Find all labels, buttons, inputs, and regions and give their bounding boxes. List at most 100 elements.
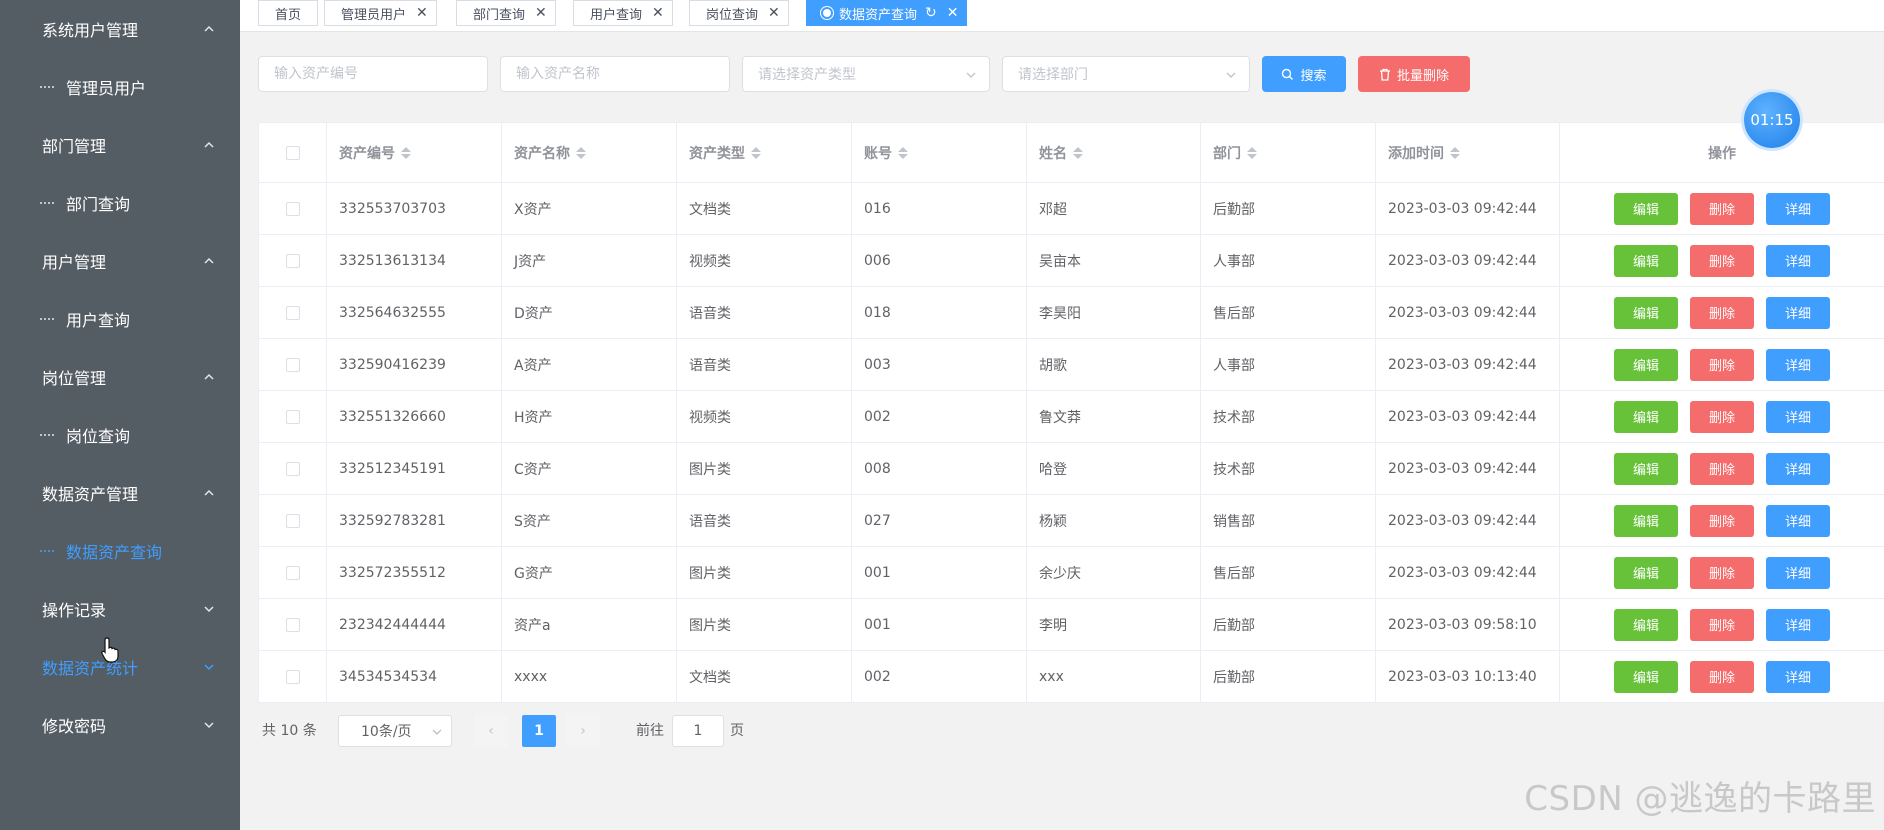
close-icon[interactable]: ✕ [768,5,780,21]
tab-3[interactable]: 用户查询 ✕ [573,0,673,26]
row-checkbox[interactable] [285,305,300,320]
delete-button[interactable]: 删除 [1690,192,1754,225]
detail-button[interactable]: 详细 [1766,556,1830,589]
detail-button[interactable]: 详细 [1766,452,1830,485]
refresh-icon[interactable]: ↻ [925,5,937,21]
sort-icon[interactable] [576,146,586,159]
edit-button[interactable]: 编辑 [1614,244,1678,277]
sort-icon[interactable] [1450,146,1460,159]
tab-2[interactable]: 部门查询 ✕ [456,0,556,26]
row-checkbox[interactable] [285,669,300,684]
delete-button[interactable]: 删除 [1690,504,1754,537]
sidebar-item-3-0[interactable]: 岗位查询 [0,406,240,464]
asset-no-input[interactable] [258,56,488,92]
select-all-checkbox[interactable] [285,145,300,160]
close-icon[interactable]: ✕ [947,5,959,21]
cell-dept: 技术部 [1201,391,1376,442]
detail-button[interactable]: 详细 [1766,192,1830,225]
column-header[interactable]: 部门 [1201,123,1376,182]
close-icon[interactable]: ✕ [535,5,547,21]
delete-button[interactable]: 删除 [1690,348,1754,381]
tab-4[interactable]: 岗位查询 ✕ [689,0,789,26]
asset-no-field[interactable] [274,66,472,82]
delete-button[interactable]: 删除 [1690,452,1754,485]
cell-added: 2023-03-03 09:58:10 [1376,599,1560,650]
asset-name-field[interactable] [516,66,714,82]
sort-icon[interactable] [1073,146,1083,159]
column-header[interactable]: 添加时间 [1376,123,1560,182]
delete-button[interactable]: 删除 [1690,660,1754,693]
sort-icon[interactable] [898,146,908,159]
sort-icon[interactable] [751,146,761,159]
edit-button[interactable]: 编辑 [1614,296,1678,329]
cell-account: 016 [852,183,1027,234]
edit-button[interactable]: 编辑 [1614,452,1678,485]
sidebar-group-1[interactable]: 部门管理 [0,116,240,174]
sidebar-item-label: 岗位查询 [66,427,131,446]
detail-button[interactable]: 详细 [1766,296,1830,329]
detail-button[interactable]: 详细 [1766,608,1830,641]
row-checkbox[interactable] [285,253,300,268]
page-size-select[interactable]: 10条/页 [338,715,452,747]
row-checkbox[interactable] [285,357,300,372]
row-checkbox[interactable] [285,201,300,216]
column-header[interactable]: 资产名称 [502,123,677,182]
edit-button[interactable]: 编辑 [1614,348,1678,381]
sort-icon[interactable] [1247,146,1257,159]
sidebar-item-2-0[interactable]: 用户查询 [0,290,240,348]
tab-0[interactable]: 首页 [258,0,319,26]
asset-name-input[interactable] [500,56,730,92]
sidebar-item-4-0[interactable]: 数据资产查询 [0,522,240,580]
sidebar-item-0-0[interactable]: 管理员用户 [0,58,240,116]
column-header[interactable]: 姓名 [1027,123,1201,182]
sidebar-group-2[interactable]: 用户管理 [0,232,240,290]
row-checkbox[interactable] [285,461,300,476]
batch-delete-button[interactable]: 批量删除 [1358,56,1470,92]
search-button[interactable]: 搜索 [1262,56,1346,92]
sidebar-group-7[interactable]: 修改密码 [0,696,240,754]
asset-type-select[interactable]: 请选择资产类型 [742,56,990,92]
cell-asset_no: 232342444444 [327,599,502,650]
detail-button[interactable]: 详细 [1766,244,1830,277]
edit-button[interactable]: 编辑 [1614,400,1678,433]
column-header[interactable]: 资产类型 [677,123,852,182]
sort-icon[interactable] [401,146,411,159]
delete-button[interactable]: 删除 [1690,400,1754,433]
tab-5[interactable]: 数据资产查询 ↻ ✕ [806,0,968,26]
column-header[interactable]: 资产编号 [327,123,502,182]
edit-button[interactable]: 编辑 [1614,660,1678,693]
detail-button[interactable]: 详细 [1766,400,1830,433]
detail-button[interactable]: 详细 [1766,660,1830,693]
prev-page-button[interactable]: ‹ [474,715,508,747]
cell-asset_no: 332553703703 [327,183,502,234]
column-header[interactable]: 账号 [852,123,1027,182]
cell-dept: 售后部 [1201,287,1376,338]
row-checkbox[interactable] [285,409,300,424]
delete-button[interactable]: 删除 [1690,556,1754,589]
delete-button[interactable]: 删除 [1690,296,1754,329]
detail-button[interactable]: 详细 [1766,504,1830,537]
detail-button[interactable]: 详细 [1766,348,1830,381]
row-checkbox[interactable] [285,565,300,580]
close-icon[interactable]: ✕ [416,5,428,21]
sidebar-group-5[interactable]: 操作记录 [0,580,240,638]
goto-page-input[interactable]: 1 [672,715,724,747]
delete-button[interactable]: 删除 [1690,608,1754,641]
row-check-cell [259,547,327,598]
next-page-button[interactable]: › [566,715,600,747]
edit-button[interactable]: 编辑 [1614,504,1678,537]
close-icon[interactable]: ✕ [652,5,664,21]
row-checkbox[interactable] [285,617,300,632]
sidebar-group-0[interactable]: 系统用户管理 [0,0,240,58]
sidebar-group-4[interactable]: 数据资产管理 [0,464,240,522]
edit-button[interactable]: 编辑 [1614,556,1678,589]
row-checkbox[interactable] [285,513,300,528]
edit-button[interactable]: 编辑 [1614,608,1678,641]
dept-select[interactable]: 请选择部门 [1002,56,1250,92]
delete-button[interactable]: 删除 [1690,244,1754,277]
sidebar-group-3[interactable]: 岗位管理 [0,348,240,406]
sidebar-item-1-0[interactable]: 部门查询 [0,174,240,232]
edit-button[interactable]: 编辑 [1614,192,1678,225]
page-number-current[interactable]: 1 [522,715,556,747]
tab-1[interactable]: 管理员用户 ✕ [324,0,437,26]
